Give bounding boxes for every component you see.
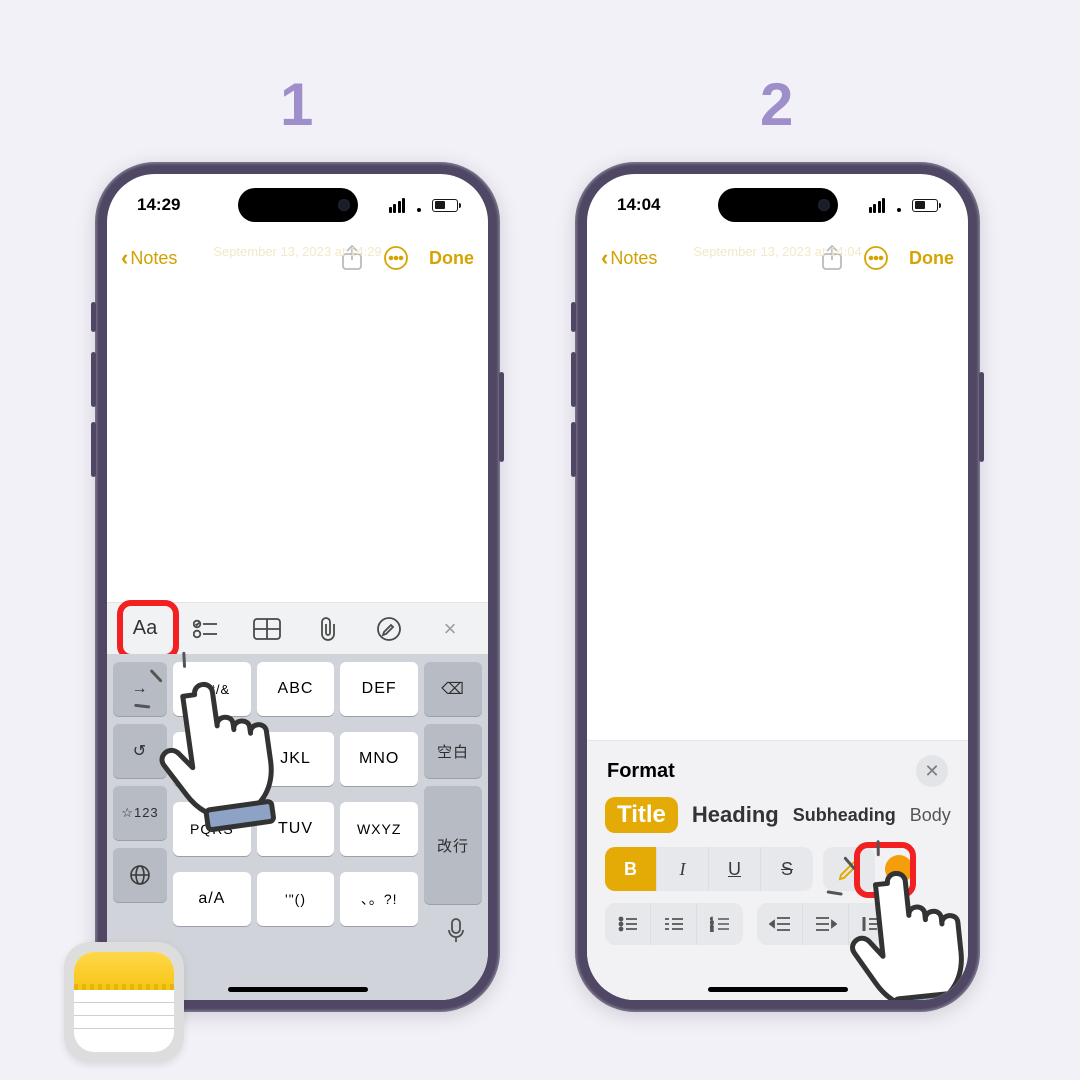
dynamic-island <box>718 188 838 222</box>
style-title[interactable]: Title <box>605 797 678 833</box>
wifi-icon <box>410 199 427 212</box>
numbered-list-button[interactable]: 123 <box>697 903 743 945</box>
home-indicator[interactable] <box>228 987 368 992</box>
key-globe[interactable] <box>113 848 167 902</box>
status-time: 14:04 <box>617 195 660 215</box>
key-mode[interactable]: ☆123 <box>113 786 167 840</box>
note-timestamp: September 13, 2023 at 14:04 <box>587 244 968 259</box>
key[interactable]: PQRS <box>173 802 251 856</box>
style-subheading[interactable]: Subheading <box>793 805 896 826</box>
status-time: 14:29 <box>137 195 180 215</box>
indent-segment <box>757 903 895 945</box>
key[interactable]: JKL <box>257 732 335 786</box>
key-symbols[interactable]: 、。?! <box>340 872 418 926</box>
home-indicator[interactable] <box>708 987 848 992</box>
key-case[interactable]: a/A <box>173 872 251 926</box>
dictation-button[interactable] <box>446 918 466 949</box>
highlight-ring <box>117 600 179 660</box>
key[interactable]: GHI <box>173 732 251 786</box>
cellular-icon <box>869 198 886 213</box>
dashed-list-button[interactable] <box>651 903 697 945</box>
phone-mockup-1: 14:29 ‹Notes Done September 13, <box>95 162 500 1012</box>
step-number-2: 2 <box>760 70 793 139</box>
bulleted-list-button[interactable] <box>605 903 651 945</box>
notes-app-icon <box>64 942 184 1062</box>
inline-style-segment: B I U S <box>605 847 813 891</box>
block-quote-button[interactable] <box>849 903 895 945</box>
format-title: Format <box>607 760 675 783</box>
table-button[interactable] <box>243 609 291 649</box>
key-delete[interactable]: ⌫ <box>424 662 482 716</box>
list-segment: 123 <box>605 903 743 945</box>
cellular-icon <box>389 198 406 213</box>
format-close-button[interactable]: ✕ <box>916 755 948 787</box>
battery-icon <box>912 199 938 212</box>
key-space[interactable]: 空白 <box>424 724 482 778</box>
strike-button[interactable]: S <box>761 847 813 891</box>
key[interactable]: MNO <box>340 732 418 786</box>
key-undo[interactable]: ↺ <box>113 724 167 778</box>
battery-icon <box>432 199 458 212</box>
phone-mockup-2: 14:04 ‹Notes Done September 13, <box>575 162 980 1012</box>
key[interactable]: DEF <box>340 662 418 716</box>
style-body[interactable]: Body <box>910 805 951 826</box>
markup-button[interactable] <box>365 609 413 649</box>
key-tab[interactable]: → <box>113 662 167 716</box>
wifi-icon <box>890 199 907 212</box>
highlight-ring <box>854 842 916 898</box>
note-timestamp: September 13, 2023 at 14:29 <box>107 244 488 259</box>
checklist-button[interactable] <box>182 609 230 649</box>
outdent-button[interactable] <box>757 903 803 945</box>
key[interactable]: ABC <box>257 662 335 716</box>
style-heading[interactable]: Heading <box>692 802 779 828</box>
key-punct[interactable]: '"() <box>257 872 335 926</box>
italic-button[interactable]: I <box>657 847 709 891</box>
dynamic-island <box>238 188 358 222</box>
key-return[interactable]: 改行 <box>424 786 482 904</box>
text-style-row[interactable]: Title Heading Subheading Body <box>599 797 956 847</box>
step-number-1: 1 <box>280 70 313 139</box>
key[interactable]: @#/& <box>173 662 251 716</box>
key[interactable]: WXYZ <box>340 802 418 856</box>
indent-button[interactable] <box>803 903 849 945</box>
bold-button[interactable]: B <box>605 847 657 891</box>
underline-button[interactable]: U <box>709 847 761 891</box>
toolbar-close-button[interactable]: × <box>426 609 474 649</box>
key[interactable]: TUV <box>257 802 335 856</box>
svg-text:3: 3 <box>710 928 714 932</box>
attachment-button[interactable] <box>304 609 352 649</box>
